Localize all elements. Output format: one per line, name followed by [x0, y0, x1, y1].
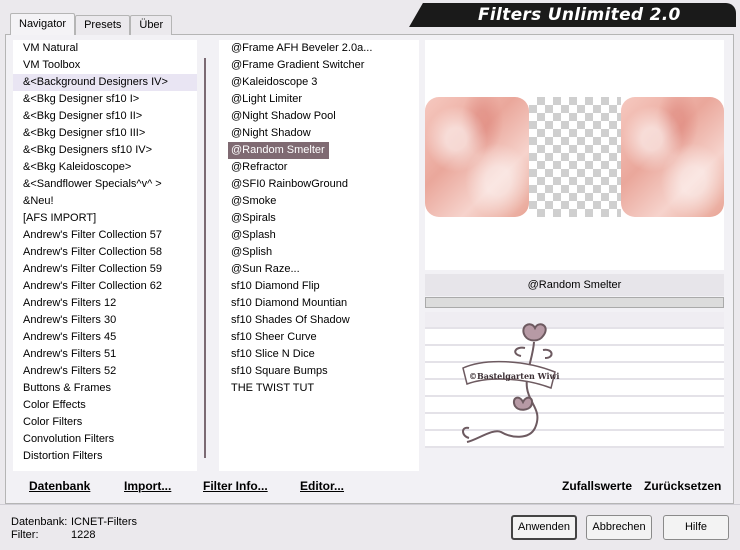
category-item[interactable]: &<Bkg Kaleidoscope> [13, 159, 212, 176]
category-item[interactable]: Andrew's Filter Collection 59 [13, 261, 212, 278]
watermark-logo: ©Bastelgarten Wiwi [462, 323, 559, 443]
category-item[interactable]: VM Natural [13, 40, 212, 57]
category-item[interactable]: Andrew's Filters 12 [13, 295, 212, 312]
filter-item[interactable]: @Sun Raze... [219, 261, 419, 278]
filter-item[interactable]: @SFI0 RainbowGround [219, 176, 419, 193]
apply-button[interactable]: Anwenden [511, 515, 577, 540]
category-item[interactable]: Color Filters [13, 414, 212, 431]
status-database-label: Datenbank: [11, 516, 68, 528]
category-item[interactable]: Buttons & Frames [13, 380, 212, 397]
preview-image-left [425, 97, 529, 217]
parameter-slider[interactable] [425, 297, 724, 308]
filter-list[interactable]: @Frame AFH Beveler 2.0a... @Frame Gradien… [219, 40, 419, 471]
category-item[interactable]: Andrew's Filter Collection 57 [13, 227, 212, 244]
filter-item[interactable]: @Splish [219, 244, 419, 261]
watermark-line-1: ©Bastelgarten Wiwi [469, 371, 559, 381]
filter-item[interactable]: sf10 Diamond Flip [219, 278, 419, 295]
filter-item[interactable]: @Night Shadow Pool [219, 108, 419, 125]
category-item[interactable]: &<Background Designers IV> [13, 74, 212, 91]
category-item[interactable]: &<Bkg Designers sf10 IV> [13, 142, 212, 159]
category-item[interactable]: &Neu! [13, 193, 212, 210]
filter-item[interactable]: @Splash [219, 227, 419, 244]
preview-filter-name: @Random Smelter [425, 274, 724, 296]
filter-item[interactable]: sf10 Shades Of Shadow [219, 312, 419, 329]
tab-presets[interactable]: Presets [75, 15, 131, 35]
reset-button[interactable]: Zurücksetzen [644, 479, 721, 493]
tab-navigator[interactable]: Navigator [10, 13, 76, 35]
filter-item[interactable]: @Smoke [219, 193, 419, 210]
category-item[interactable]: Andrew's Filter Collection 58 [13, 244, 212, 261]
filter-info-button[interactable]: Filter Info... [203, 479, 268, 493]
transparency-checker [529, 97, 621, 217]
import-button[interactable]: Import... [124, 479, 171, 493]
category-list[interactable]: VM Natural VM Toolbox &<Background Designe… [13, 40, 212, 471]
help-button[interactable]: Hilfe [663, 515, 729, 540]
preview-image-right [621, 97, 724, 217]
category-scrollbar[interactable] [197, 40, 215, 471]
filter-item[interactable]: @Frame AFH Beveler 2.0a... [219, 40, 419, 57]
filter-item[interactable]: @Light Limiter [219, 91, 419, 108]
editor-button[interactable]: Editor... [300, 479, 344, 493]
scrollbar-thumb[interactable] [204, 58, 206, 458]
category-item[interactable]: &<Bkg Designer sf10 I> [13, 91, 212, 108]
status-filter-value: 1228 [71, 529, 96, 541]
category-item[interactable]: VM Toolbox [13, 57, 212, 74]
tab-bar: Navigator Presets Über [10, 13, 173, 35]
cancel-button[interactable]: Abbrechen [586, 515, 652, 540]
category-item[interactable]: Distortion Filters [13, 448, 212, 465]
category-item[interactable]: Color Effects [13, 397, 212, 414]
status-filter-label: Filter: [11, 529, 39, 541]
category-item[interactable]: &<Bkg Designer sf10 III> [13, 125, 212, 142]
filter-item[interactable]: sf10 Square Bumps [219, 363, 419, 380]
random-values-button[interactable]: Zufallswerte [562, 479, 632, 493]
filter-item[interactable]: THE TWIST TUT [219, 380, 419, 397]
category-item[interactable]: &<Sandflower Specials^v^ > [13, 176, 212, 193]
title-banner: Filters Unlimited 2.0 [430, 3, 736, 27]
database-button[interactable]: Datenbank [29, 479, 90, 493]
filter-item[interactable]: @Frame Gradient Switcher [219, 57, 419, 74]
filter-item[interactable]: @Kaleidoscope 3 [219, 74, 419, 91]
status-separator [0, 504, 740, 505]
status-database: Datenbank: ICNET-Filters [11, 516, 137, 528]
category-item[interactable]: &<Bkg Designer sf10 II> [13, 108, 212, 125]
window-title: Filters Unlimited 2.0 [478, 5, 681, 25]
filter-item[interactable]: sf10 Sheer Curve [219, 329, 419, 346]
status-database-value: ICNET-Filters [71, 516, 137, 528]
filter-item[interactable]: @Night Shadow [219, 125, 419, 142]
filter-item[interactable]: @Refractor [219, 159, 419, 176]
filter-item[interactable]: sf10 Slice N Dice [219, 346, 419, 363]
preview-area [425, 40, 724, 270]
category-item[interactable]: Andrew's Filters 51 [13, 346, 212, 363]
category-item[interactable]: [AFS IMPORT] [13, 210, 212, 227]
category-item[interactable]: Convolution Filters [13, 431, 212, 448]
category-item[interactable]: Andrew's Filters 52 [13, 363, 212, 380]
status-filter-count: Filter: 1228 [11, 529, 95, 541]
filter-item[interactable]: sf10 Diamond Mountian [219, 295, 419, 312]
filter-item-selected[interactable]: @Random Smelter [228, 142, 329, 159]
category-item[interactable]: Andrew's Filter Collection 62 [13, 278, 212, 295]
category-item[interactable]: Andrew's Filters 30 [13, 312, 212, 329]
filter-item[interactable]: @Spirals [219, 210, 419, 227]
tab-uber[interactable]: Über [130, 15, 173, 35]
category-item[interactable]: Andrew's Filters 45 [13, 329, 212, 346]
